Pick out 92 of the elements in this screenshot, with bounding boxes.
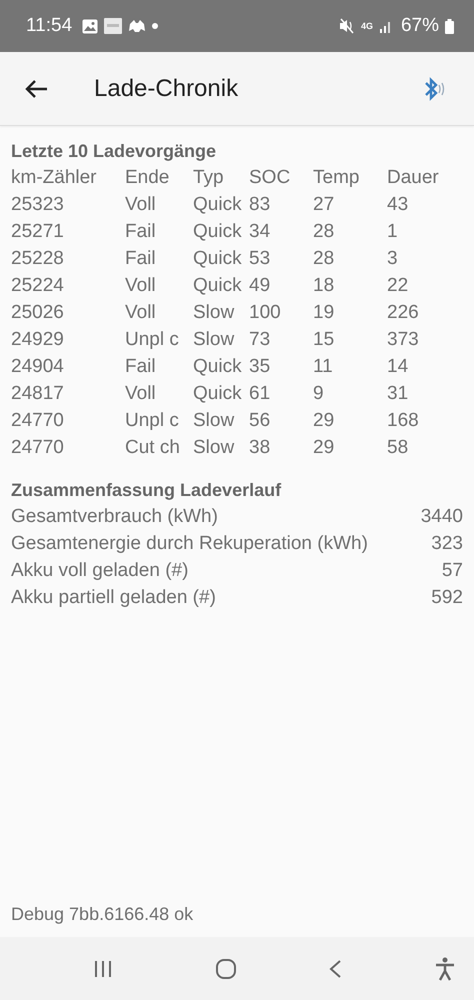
recent-apps-icon[interactable] xyxy=(93,960,113,978)
table-cell-text: 53 xyxy=(249,247,272,271)
column-header: Typ xyxy=(193,166,225,190)
table-cell-text: Fail xyxy=(125,220,157,244)
battery-level: 67% xyxy=(400,15,439,37)
table-cell-text: Voll xyxy=(125,274,157,298)
table-cell-text: 25228 xyxy=(11,247,65,271)
table-cell-text: 24770 xyxy=(11,436,65,460)
table-cell-text: Voll xyxy=(125,193,157,217)
home-icon[interactable] xyxy=(214,958,237,980)
table-cell-text: Quick xyxy=(193,220,243,244)
table-cell-text: Slow xyxy=(193,328,236,352)
table-cell-text: Slow xyxy=(193,436,236,460)
column-header: SOC xyxy=(249,166,292,190)
table-cell-text: 73 xyxy=(249,328,272,352)
table-cell-text: 29 xyxy=(313,409,336,433)
table-cell-text: 373 xyxy=(387,328,420,352)
table-cell-text: 31 xyxy=(387,382,410,406)
table-cell-text: 25224 xyxy=(11,274,65,298)
summary-value: 57 xyxy=(442,559,463,583)
table-cell-text: 49 xyxy=(249,274,272,298)
image-icon xyxy=(82,18,98,34)
summary-label: Gesamtverbrauch (kWh) xyxy=(11,505,218,529)
summary-value: 592 xyxy=(431,586,463,610)
table-cell-text: 38 xyxy=(249,436,272,460)
table-cell-text: 28 xyxy=(313,220,336,244)
table-cell-text: 100 xyxy=(249,301,282,325)
table-cell-text: 83 xyxy=(249,193,272,217)
table-cell-text: 19 xyxy=(313,301,336,325)
table-cell-text: Quick xyxy=(193,355,243,379)
back-icon[interactable] xyxy=(328,958,342,978)
table-cell-text: 61 xyxy=(249,382,272,406)
column-header: Ende xyxy=(125,166,170,190)
section-title: Zusammenfassung Ladeverlauf xyxy=(11,479,282,502)
table-cell-text: 24904 xyxy=(11,355,65,379)
table-cell-text: 58 xyxy=(387,436,410,460)
table-cell-text: Cut ch xyxy=(125,436,181,460)
table-cell-text: 14 xyxy=(387,355,410,379)
clock-time: 11:54 xyxy=(26,15,72,37)
table-cell-text: 27 xyxy=(313,193,336,217)
signal-icon xyxy=(378,19,393,33)
table-cell-text: Fail xyxy=(125,355,157,379)
summary-label: Gesamtenergie durch Rekuperation (kWh) xyxy=(11,532,368,556)
table-cell-text: Voll xyxy=(125,301,157,325)
debug-text: Debug 7bb.6166.48 ok xyxy=(11,903,194,926)
table-cell-text: 56 xyxy=(249,409,272,433)
table-cell-text: 168 xyxy=(387,409,420,433)
table-cell-text: Slow xyxy=(193,409,236,433)
table-cell-text: 43 xyxy=(387,193,410,217)
column-header: Dauer xyxy=(387,166,440,190)
summary-value: 3440 xyxy=(420,505,463,529)
table-cell-text: 25323 xyxy=(11,193,65,217)
table-cell-text: 24817 xyxy=(11,382,65,406)
table-cell-text: 28 xyxy=(313,247,336,271)
section-title: Letzte 10 Ladevorgänge xyxy=(11,140,218,163)
table-cell-text: 22 xyxy=(387,274,410,298)
table-cell-text: 3 xyxy=(387,247,399,271)
table-cell-text: 18 xyxy=(313,274,336,298)
table-cell-text: 9 xyxy=(313,382,325,406)
back-arrow-icon[interactable] xyxy=(24,78,48,98)
network-type: 4G xyxy=(360,21,373,31)
table-cell-text: Slow xyxy=(193,301,236,325)
table-cell-text: 226 xyxy=(387,301,420,325)
table-cell-text: 35 xyxy=(249,355,272,379)
summary-value: 323 xyxy=(431,532,463,556)
screen-title: Lade-Chronik xyxy=(94,74,240,102)
table-cell-text: 29 xyxy=(313,436,336,460)
table-cell-text: 25271 xyxy=(11,220,65,244)
app-icon xyxy=(104,18,122,34)
table-cell-text: Voll xyxy=(125,382,157,406)
table-cell-text: 24770 xyxy=(11,409,65,433)
table-cell-text: Quick xyxy=(193,274,243,298)
table-cell-text: 24929 xyxy=(11,328,65,352)
table-cell-text: Unpl c xyxy=(125,409,180,433)
table-cell-text: 34 xyxy=(249,220,272,244)
dot-icon xyxy=(152,23,158,29)
mute-icon xyxy=(338,18,355,34)
table-cell-text: Quick xyxy=(193,193,243,217)
table-cell-text: 11 xyxy=(313,355,334,379)
battery-icon xyxy=(445,18,454,34)
summary-label: Akku voll geladen (#) xyxy=(11,559,188,583)
table-cell-text: 15 xyxy=(313,328,336,352)
table-cell-text: 25026 xyxy=(11,301,65,325)
table-cell-text: 1 xyxy=(387,220,399,244)
table-cell-text: Quick xyxy=(193,247,243,271)
column-header: km-Zähler xyxy=(11,166,98,190)
table-cell-text: Quick xyxy=(193,382,243,406)
table-cell-text: Unpl c xyxy=(125,328,180,352)
table-cell-text: Fail xyxy=(125,247,157,271)
accessibility-icon[interactable] xyxy=(434,956,456,980)
summary-label: Akku partiell geladen (#) xyxy=(11,586,216,610)
column-header: Temp xyxy=(313,166,360,190)
